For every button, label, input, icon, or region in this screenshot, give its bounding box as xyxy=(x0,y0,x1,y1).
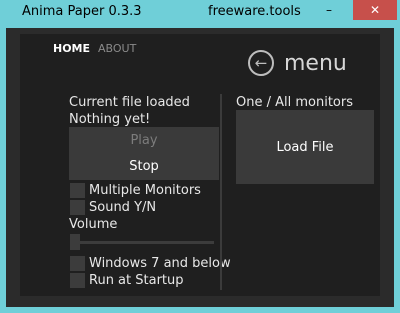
play-button[interactable]: Play xyxy=(69,127,219,153)
volume-slider-track[interactable] xyxy=(70,241,214,244)
nav-home-tab[interactable]: HOME xyxy=(53,42,90,55)
menu-title: menu xyxy=(284,50,347,76)
sound-checkbox[interactable] xyxy=(70,200,85,215)
column-divider xyxy=(220,94,222,290)
multiple-monitors-checkbox[interactable] xyxy=(70,183,85,198)
volume-slider-thumb[interactable] xyxy=(70,234,80,250)
stop-button[interactable]: Stop xyxy=(69,153,219,180)
close-button[interactable]: ✕ xyxy=(353,0,397,20)
minimize-button[interactable]: – xyxy=(316,0,342,20)
nav-about-tab[interactable]: ABOUT xyxy=(98,42,136,55)
watermark-text: freeware.tools xyxy=(208,4,301,19)
sound-label: Sound Y/N xyxy=(89,200,157,215)
volume-label: Volume xyxy=(69,217,118,232)
current-file-value: Nothing yet! xyxy=(69,112,151,127)
windows7-checkbox[interactable] xyxy=(70,256,85,271)
window-title: Anima Paper 0.3.3 xyxy=(22,4,142,19)
load-file-button[interactable]: Load File xyxy=(236,110,374,184)
menu-header[interactable]: ← menu xyxy=(248,49,347,77)
run-at-startup-label: Run at Startup xyxy=(89,273,184,288)
back-arrow-icon[interactable]: ← xyxy=(248,50,274,76)
multiple-monitors-label: Multiple Monitors xyxy=(89,183,201,198)
current-file-label: Current file loaded xyxy=(69,95,190,110)
monitors-label: One / All monitors xyxy=(236,95,353,110)
windows7-label: Windows 7 and below xyxy=(89,256,231,271)
run-at-startup-checkbox[interactable] xyxy=(70,273,85,288)
title-bar: Anima Paper 0.3.3 freeware.tools – ✕ xyxy=(0,0,400,26)
